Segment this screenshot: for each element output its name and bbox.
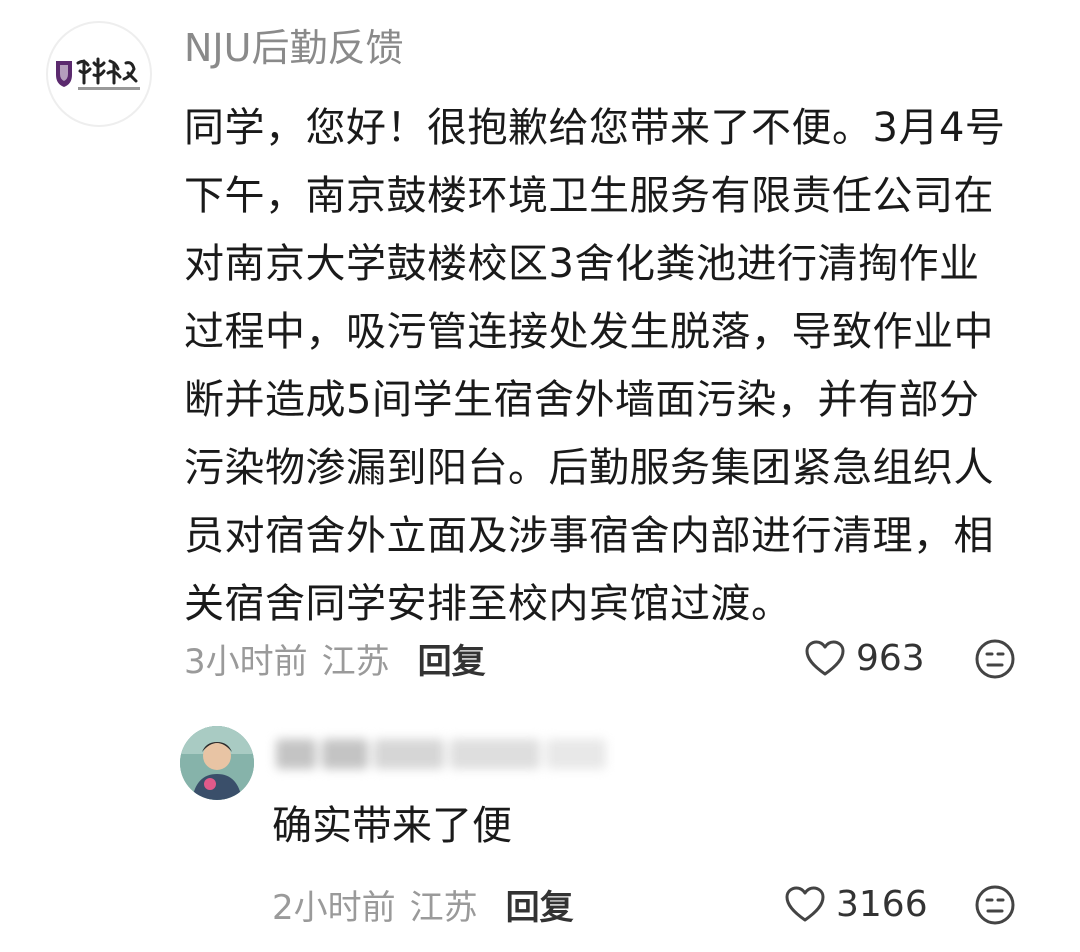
avatar[interactable] (46, 21, 152, 127)
reply-button[interactable]: 回复 (418, 634, 486, 683)
location: 江苏 (321, 641, 390, 682)
like-count: 963 (856, 637, 925, 679)
username-blurred (276, 732, 616, 776)
comment-text: 确实带来了便 (272, 803, 512, 849)
heart-icon (785, 886, 825, 922)
comment-line: 同学，您好！很抱歉给您带来了不便。3月4号 (184, 105, 1006, 151)
like-count: 3166 (836, 883, 928, 925)
like-button[interactable]: 3166 (784, 876, 928, 932)
timestamp: 3小时前 (184, 641, 308, 682)
comment-line: 断并造成5间学生宿舍外墙面污染，并有部分 (184, 377, 980, 423)
comment-meta: 2小时前 江苏 回复 (272, 876, 574, 932)
dislike-face-icon[interactable] (974, 638, 1016, 680)
timestamp: 2小时前 (272, 887, 396, 928)
comment-line: 关宿舍同学安排至校内宾馆过渡。 (184, 581, 792, 627)
like-button[interactable]: 963 (804, 630, 925, 686)
location: 江苏 (409, 887, 478, 928)
nju-logistics-logo-icon (56, 57, 140, 90)
comment-thread: NJU后勤反馈 同学，您好！很抱歉给您带来了不便。3月4号 下午，南京鼓楼环境卫… (0, 0, 1080, 952)
comment-line: 过程中，吸污管连接处发生脱落，导致作业中 (184, 309, 994, 355)
comment-line: 下午，南京鼓楼环境卫生服务有限责任公司在 (184, 173, 994, 219)
user-photo-icon (180, 726, 254, 800)
comment-line: 对南京大学鼓楼校区3舍化粪池进行清掏作业 (184, 241, 980, 287)
comment-meta: 3小时前 江苏 回复 (184, 630, 486, 686)
avatar[interactable] (180, 726, 254, 800)
comment-line: 污染物渗漏到阳台。后勤服务集团紧急组织人 (184, 445, 994, 491)
dislike-face-icon[interactable] (974, 884, 1016, 926)
heart-icon (805, 640, 845, 676)
reply-button[interactable]: 回复 (506, 880, 574, 929)
username[interactable]: NJU后勤反馈 (184, 22, 403, 74)
comment-text: 同学，您好！很抱歉给您带来了不便。3月4号 下午，南京鼓楼环境卫生服务有限责任公… (184, 94, 1044, 638)
comment-line: 员对宿舍外立面及涉事宿舍内部进行清理，相 (184, 513, 994, 559)
